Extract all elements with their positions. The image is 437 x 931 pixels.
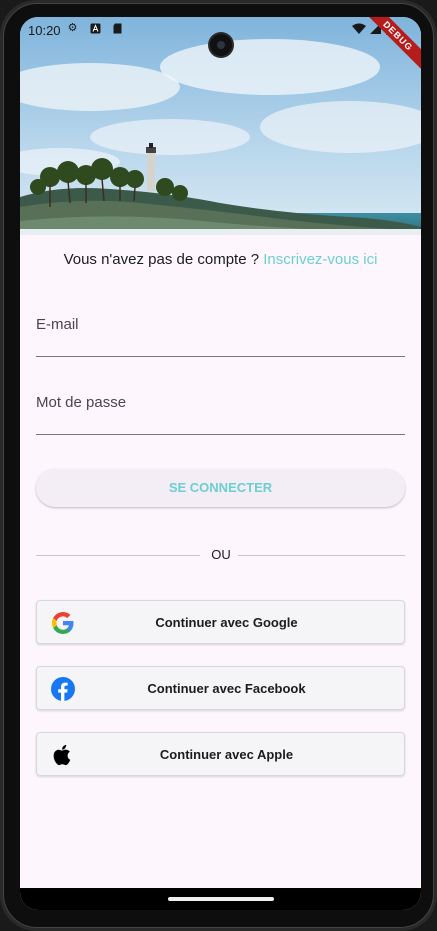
divider-line-right [238,555,405,556]
google-signin-button[interactable]: Continuer avec Google [36,600,405,644]
status-time: 10:20 [28,23,61,38]
email-field-label[interactable]: E-mail [36,316,79,333]
wifi-icon [352,23,366,34]
signup-prompt: Vous n'avez pas de compte ? Inscrivez-vo… [20,251,421,268]
google-signin-label: Continuer avec Google [155,615,298,630]
password-field-label[interactable]: Mot de passe [36,394,126,411]
navigation-bar [20,888,421,910]
signup-link[interactable]: Inscrivez-vous ici [263,251,377,268]
facebook-signin-button[interactable]: Continuer avec Facebook [36,666,405,710]
login-button[interactable]: SE CONNECTER [36,469,405,507]
email-field[interactable] [36,356,405,357]
notification-a-icon [90,23,101,34]
password-field[interactable] [36,434,405,435]
phone-frame: 10:20 ⚙ DEBUG Vous n'avez pas de compte … [0,0,437,931]
apple-signin-button[interactable]: Continuer avec Apple [36,732,405,776]
gear-icon: ⚙ [67,22,78,34]
front-camera [210,34,232,56]
home-gesture-handle[interactable] [168,897,274,901]
divider-text: OU [211,547,231,562]
apple-signin-label: Continuer avec Apple [159,747,294,762]
sd-card-icon [112,23,123,34]
divider-line-left [36,555,200,556]
facebook-signin-label: Continuer avec Facebook [147,681,306,696]
signup-prompt-text: Vous n'avez pas de compte ? [63,251,264,268]
app-screen: 10:20 ⚙ DEBUG Vous n'avez pas de compte … [20,17,421,910]
